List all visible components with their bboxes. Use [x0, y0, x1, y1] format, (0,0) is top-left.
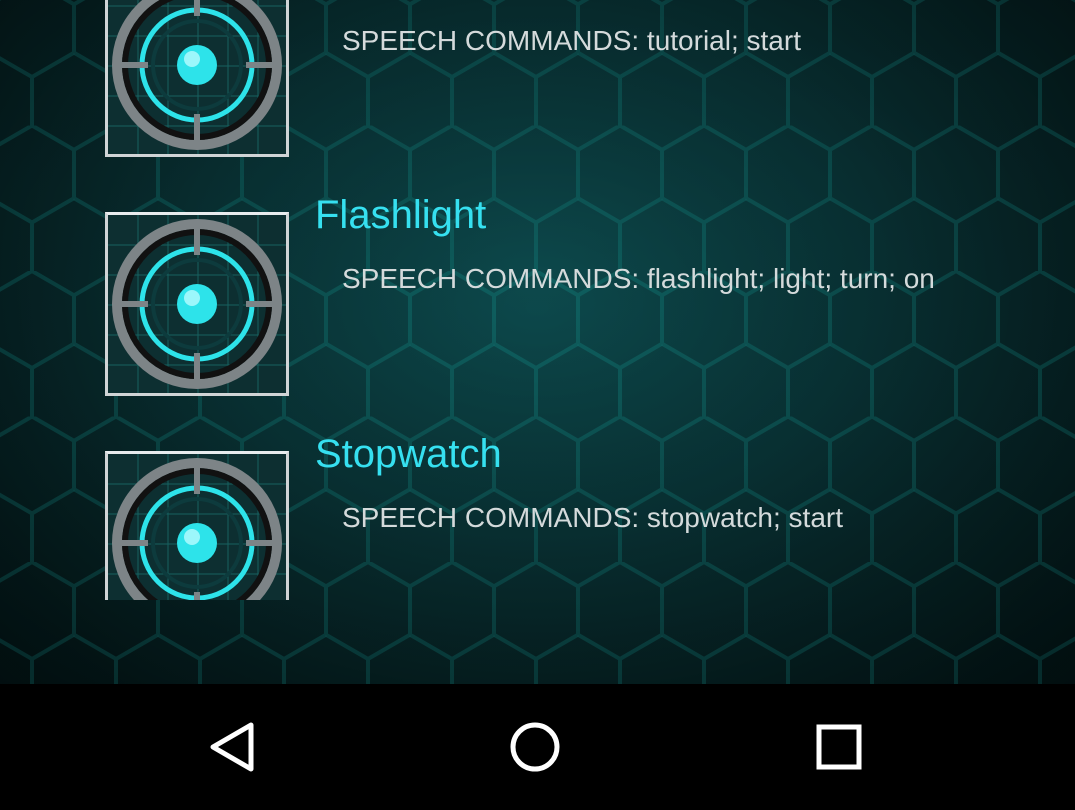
radar-target-icon — [105, 451, 289, 600]
list-item-flashlight[interactable]: Flashlight SPEECH COMMANDS: flashlight; … — [0, 40, 1075, 396]
app-background: SPEECH COMMANDS: tutorial; start Flashli… — [0, 0, 1075, 684]
system-navigation-bar — [0, 684, 1075, 810]
list-item-tutorial[interactable]: SPEECH COMMANDS: tutorial; start — [0, 0, 1075, 157]
recents-square-icon — [816, 724, 862, 770]
home-circle-icon — [510, 722, 560, 772]
home-button[interactable] — [480, 704, 590, 790]
back-button[interactable] — [178, 704, 288, 790]
item-title: Flashlight — [315, 193, 487, 237]
recents-button[interactable] — [784, 704, 894, 790]
back-triangle-icon — [210, 722, 254, 772]
list-item-stopwatch[interactable]: Stopwatch SPEECH COMMANDS: stopwatch; st… — [0, 279, 1075, 600]
command-list: SPEECH COMMANDS: tutorial; start Flashli… — [0, 0, 1075, 600]
item-commands: SPEECH COMMANDS: stopwatch; start — [342, 502, 844, 533]
item-title: Stopwatch — [315, 432, 502, 476]
